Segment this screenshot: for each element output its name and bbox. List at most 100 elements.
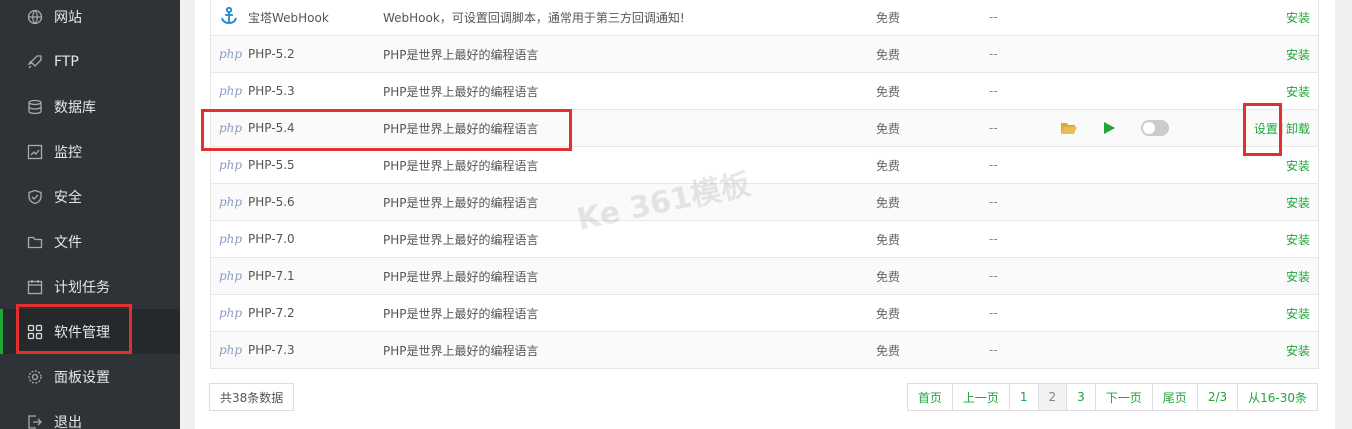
sidebar-item-label: 软件管理 bbox=[54, 324, 110, 341]
total-count: 共38条数据 bbox=[209, 383, 295, 411]
php-logo: php bbox=[219, 47, 243, 61]
play-icon[interactable] bbox=[1104, 122, 1115, 137]
calendar-icon bbox=[27, 279, 43, 295]
sidebar-item-5[interactable]: 文件 bbox=[0, 219, 180, 264]
software-name: PHP-7.2 bbox=[248, 306, 295, 320]
install-link[interactable]: 安装 bbox=[1286, 147, 1310, 183]
sidebar-item-3[interactable]: 监控 bbox=[0, 129, 180, 174]
software-desc: WebHook，可设置回调脚本，通常用于第三方回调通知! bbox=[383, 10, 685, 25]
pager-item[interactable]: 首页 bbox=[908, 384, 952, 410]
install-link[interactable]: 安装 bbox=[1286, 0, 1310, 35]
software-expire: -- bbox=[989, 158, 998, 172]
php-logo: php bbox=[219, 269, 243, 283]
sidebar-item-label: 文件 bbox=[54, 234, 82, 251]
pager-item[interactable]: 2/3 bbox=[1196, 384, 1237, 410]
sidebar-item-label: 网站 bbox=[54, 9, 82, 26]
folder-icon bbox=[27, 234, 43, 250]
software-table: 宝塔WebHook WebHook，可设置回调脚本，通常用于第三方回调通知! 免费 -… bbox=[210, 0, 1319, 369]
software-expire: -- bbox=[989, 10, 998, 24]
software-desc: PHP是世界上最好的编程语言 bbox=[383, 195, 539, 210]
pager-item[interactable]: 2 bbox=[1037, 384, 1067, 410]
pager-item[interactable]: 上一页 bbox=[951, 384, 1009, 410]
software-expire: -- bbox=[989, 343, 998, 357]
php-logo: php bbox=[219, 306, 243, 320]
php-logo: php bbox=[219, 84, 243, 98]
sidebar-item-8[interactable]: 面板设置 bbox=[0, 354, 180, 399]
action-separator: | bbox=[1279, 121, 1284, 135]
software-price: 免费 bbox=[876, 306, 901, 321]
install-link[interactable]: 安装 bbox=[1286, 184, 1310, 220]
pager-item[interactable]: 尾页 bbox=[1151, 384, 1197, 410]
software-price: 免费 bbox=[876, 84, 901, 99]
sidebar-item-label: 面板设置 bbox=[54, 369, 110, 386]
software-desc: PHP是世界上最好的编程语言 bbox=[383, 47, 539, 62]
row-actions: 设置 | 卸载 bbox=[1254, 110, 1310, 146]
pager-item[interactable]: 下一页 bbox=[1094, 384, 1152, 410]
shield-icon bbox=[27, 189, 43, 205]
logout-icon bbox=[27, 414, 43, 429]
sidebar-item-0[interactable]: 网站 bbox=[0, 0, 180, 39]
install-link[interactable]: 安装 bbox=[1286, 221, 1310, 257]
software-desc: PHP是世界上最好的编程语言 bbox=[383, 232, 539, 247]
sidebar-item-9[interactable]: 退出 bbox=[0, 399, 180, 429]
pager-item[interactable]: 3 bbox=[1066, 384, 1095, 410]
software-desc: PHP是世界上最好的编程语言 bbox=[383, 158, 539, 173]
pager-item[interactable]: 1 bbox=[1008, 384, 1038, 410]
pager-item[interactable]: 从16-30条 bbox=[1237, 384, 1317, 410]
table-row: php PHP-7.1 PHP是世界上最好的编程语言 免费 -- 安装 bbox=[211, 257, 1318, 294]
install-link[interactable]: 安装 bbox=[1286, 332, 1310, 368]
software-expire: -- bbox=[989, 121, 998, 135]
software-name: PHP-5.4 bbox=[248, 121, 295, 135]
uninstall-link[interactable]: 卸载 bbox=[1286, 120, 1310, 137]
grid-icon bbox=[27, 324, 43, 340]
software-expire: -- bbox=[989, 47, 998, 61]
homepage-toggle[interactable] bbox=[1141, 120, 1169, 136]
software-expire: -- bbox=[989, 195, 998, 209]
rocket-icon bbox=[27, 54, 43, 70]
sidebar-item-1[interactable]: FTP bbox=[0, 39, 180, 84]
sidebar-item-label: 监控 bbox=[54, 144, 82, 161]
php-logo: php bbox=[219, 195, 243, 209]
sidebar-item-6[interactable]: 计划任务 bbox=[0, 264, 180, 309]
pagination: 首页 上一页 1 2 3 下一页 尾页 2/3 从16-30条 bbox=[906, 383, 1318, 411]
sidebar-item-label: FTP bbox=[54, 53, 79, 70]
software-expire: -- bbox=[989, 306, 998, 320]
table-row: php PHP-5.6 PHP是世界上最好的编程语言 免费 -- 安装 bbox=[211, 183, 1318, 220]
software-name: PHP-7.3 bbox=[248, 343, 295, 357]
software-name: PHP-7.0 bbox=[248, 232, 295, 246]
table-row: php PHP-5.5 PHP是世界上最好的编程语言 免费 -- 安装 bbox=[211, 146, 1318, 183]
settings-link[interactable]: 设置 bbox=[1254, 120, 1278, 137]
database-icon bbox=[27, 99, 43, 115]
install-link[interactable]: 安装 bbox=[1286, 36, 1310, 72]
software-expire: -- bbox=[989, 232, 998, 246]
folder-open-icon[interactable] bbox=[1061, 122, 1077, 138]
table-row: php PHP-5.4 PHP是世界上最好的编程语言 免费 -- 设置 | 卸载 bbox=[211, 109, 1318, 146]
install-link[interactable]: 安装 bbox=[1286, 295, 1310, 331]
software-expire: -- bbox=[989, 84, 998, 98]
software-price: 免费 bbox=[876, 10, 901, 25]
table-row: php PHP-7.2 PHP是世界上最好的编程语言 免费 -- 安装 bbox=[211, 294, 1318, 331]
table-row: php PHP-5.2 PHP是世界上最好的编程语言 免费 -- 安装 bbox=[211, 35, 1318, 72]
sidebar-item-7[interactable]: 软件管理 bbox=[0, 309, 180, 354]
php-logo: php bbox=[219, 121, 243, 135]
sidebar-item-label: 安全 bbox=[54, 189, 82, 206]
software-expire: -- bbox=[989, 269, 998, 283]
software-name: PHP-5.2 bbox=[248, 47, 295, 61]
software-desc: PHP是世界上最好的编程语言 bbox=[383, 306, 539, 321]
sidebar-item-4[interactable]: 安全 bbox=[0, 174, 180, 219]
sidebar-item-label: 退出 bbox=[54, 414, 82, 429]
software-name: PHP-5.5 bbox=[248, 158, 295, 172]
gear-icon bbox=[27, 369, 43, 385]
table-row: php PHP-7.3 PHP是世界上最好的编程语言 免费 -- 安装 bbox=[211, 331, 1318, 368]
software-name: PHP-7.1 bbox=[248, 269, 295, 283]
software-desc: PHP是世界上最好的编程语言 bbox=[383, 121, 539, 136]
install-link[interactable]: 安装 bbox=[1286, 258, 1310, 294]
sidebar-item-2[interactable]: 数据库 bbox=[0, 84, 180, 129]
anchor-icon bbox=[219, 6, 239, 29]
software-desc: PHP是世界上最好的编程语言 bbox=[383, 269, 539, 284]
software-price: 免费 bbox=[876, 158, 901, 173]
monitor-icon bbox=[27, 144, 43, 160]
install-link[interactable]: 安装 bbox=[1286, 73, 1310, 109]
software-desc: PHP是世界上最好的编程语言 bbox=[383, 84, 539, 99]
software-desc: PHP是世界上最好的编程语言 bbox=[383, 343, 539, 358]
